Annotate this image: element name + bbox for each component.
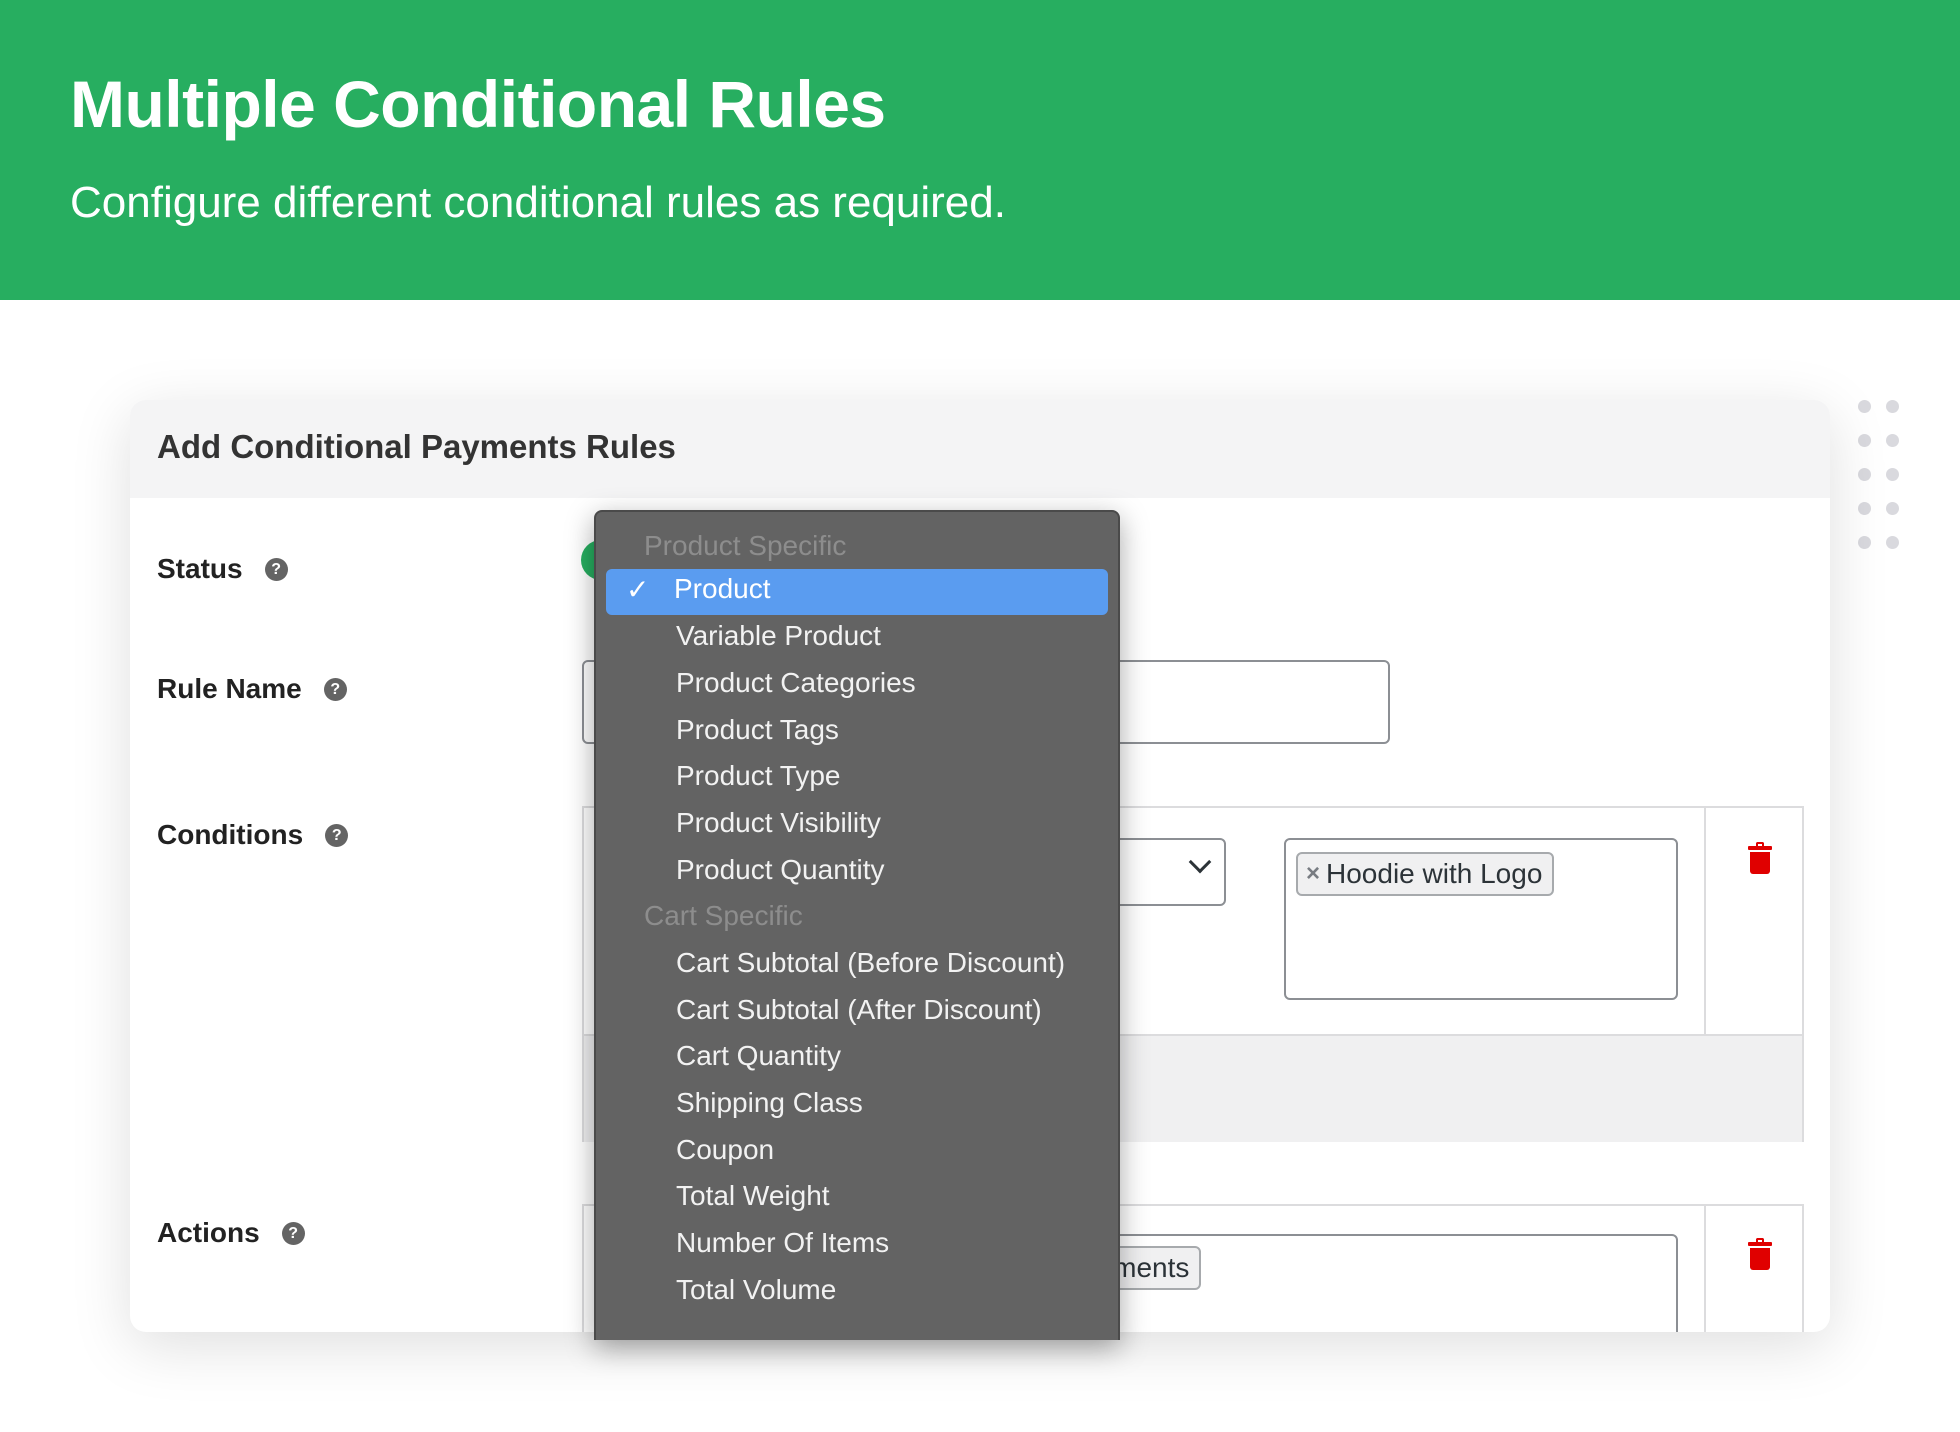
dropdown-option[interactable]: Cart Subtotal (Before Discount) <box>676 947 1065 979</box>
card-title: Add Conditional Payments Rules <box>157 428 676 465</box>
dropdown-option[interactable]: Shipping Class <box>676 1087 863 1119</box>
help-icon[interactable]: ? <box>281 1221 305 1245</box>
chip-label: Hoodie with Logo <box>1326 858 1543 889</box>
condition-type-dropdown[interactable]: Product Specific ✓ Product Variable Prod… <box>594 510 1120 1340</box>
conditions-label: Conditions ? <box>157 819 349 851</box>
banner-subtitle: Configure different conditional rules as… <box>70 178 1006 227</box>
dropdown-option[interactable]: Cart Subtotal (After Discount) <box>676 994 1042 1026</box>
help-icon[interactable]: ? <box>264 557 288 581</box>
banner-title: Multiple Conditional Rules <box>70 67 886 141</box>
dropdown-option[interactable]: Cart Quantity <box>676 1040 841 1072</box>
dropdown-option[interactable]: Number Of Items <box>676 1227 889 1259</box>
trash-icon[interactable] <box>1748 1238 1772 1270</box>
conditions-label-text: Conditions <box>157 819 304 850</box>
status-label: Status ? <box>157 553 288 585</box>
actions-label: Actions ? <box>157 1217 305 1249</box>
dropdown-option[interactable]: Product Visibility <box>676 807 881 839</box>
condition-value-field[interactable]: × Hoodie with Logo <box>1284 838 1678 1000</box>
dropdown-option[interactable]: Product Type <box>676 760 840 792</box>
status-label-text: Status <box>157 553 243 584</box>
dropdown-option-product[interactable]: ✓ Product <box>606 569 1108 615</box>
dropdown-option[interactable]: Product Categories <box>676 667 916 699</box>
actions-label-text: Actions <box>157 1217 260 1248</box>
dropdown-option[interactable]: Product Tags <box>676 714 839 746</box>
column-divider <box>1704 808 1706 1034</box>
card-header: Add Conditional Payments Rules <box>130 400 1830 498</box>
dropdown-option[interactable]: Variable Product <box>676 620 881 652</box>
chevron-down-icon <box>1188 850 1212 874</box>
chip-remove-icon[interactable]: × <box>1306 860 1320 888</box>
dropdown-option-label: Product <box>674 573 771 604</box>
help-icon[interactable]: ? <box>323 677 347 701</box>
dropdown-option[interactable]: Product Quantity <box>676 854 885 886</box>
rule-name-label: Rule Name ? <box>157 673 347 705</box>
rule-name-label-text: Rule Name <box>157 673 302 704</box>
dropdown-option[interactable]: Coupon <box>676 1134 774 1166</box>
column-divider <box>1704 1206 1706 1332</box>
dropdown-option[interactable]: Total Volume <box>676 1274 836 1306</box>
dropdown-option[interactable]: Total Weight <box>676 1180 830 1212</box>
group-product-specific: Product Specific <box>644 530 847 561</box>
selected-product-chip: × Hoodie with Logo <box>1296 852 1555 896</box>
check-icon: ✓ <box>626 574 650 605</box>
trash-icon[interactable] <box>1748 842 1772 874</box>
group-cart-specific: Cart Specific <box>644 900 803 931</box>
help-icon[interactable]: ? <box>325 823 349 847</box>
hero-banner: Multiple Conditional Rules Configure dif… <box>0 0 1960 300</box>
